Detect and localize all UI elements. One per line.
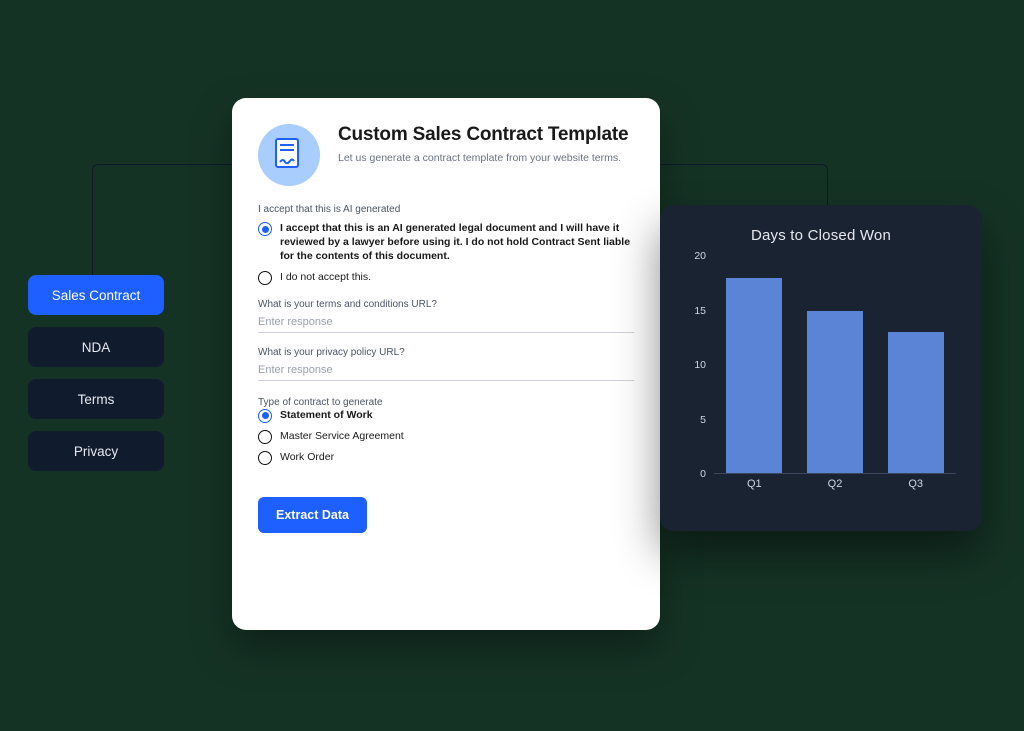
- sidebar-item-label: Terms: [78, 392, 115, 407]
- contract-type-option-3[interactable]: Work Order: [258, 450, 634, 465]
- x-tick: Q1: [714, 478, 795, 496]
- y-axis: 05101520: [680, 256, 710, 474]
- baseline: [714, 473, 956, 474]
- form-card: Custom Sales Contract Template Let us ge…: [232, 98, 660, 630]
- sidebar-item-privacy[interactable]: Privacy: [28, 431, 164, 471]
- contract-type-option-1[interactable]: Statement of Work: [258, 408, 634, 423]
- sidebar-item-terms[interactable]: Terms: [28, 379, 164, 419]
- sidebar-item-label: NDA: [82, 340, 111, 355]
- extract-data-button[interactable]: Extract Data: [258, 497, 367, 533]
- chart-title: Days to Closed Won: [680, 227, 962, 244]
- contract-type-option-2[interactable]: Master Service Agreement: [258, 429, 634, 444]
- button-label: Extract Data: [276, 508, 349, 522]
- radio-icon[interactable]: [258, 451, 272, 465]
- sidebar: Sales Contract NDA Terms Privacy: [28, 275, 164, 471]
- x-tick: Q2: [795, 478, 876, 496]
- x-axis-labels: Q1Q2Q3: [714, 478, 956, 496]
- privacy-url-input[interactable]: [258, 358, 634, 381]
- radio-label: Work Order: [280, 450, 334, 464]
- chart-card: Days to Closed Won 0 5 10 15 20 Q1Q2Q3: [660, 205, 982, 531]
- radio-icon[interactable]: [258, 409, 272, 423]
- sidebar-item-nda[interactable]: NDA: [28, 327, 164, 367]
- sidebar-item-label: Privacy: [74, 444, 118, 459]
- radio-icon[interactable]: [258, 271, 272, 285]
- page-subtitle: Let us generate a contract template from…: [338, 152, 628, 166]
- radio-label: Statement of Work: [280, 408, 373, 422]
- radio-label: I accept that this is an AI generated le…: [280, 221, 634, 264]
- contract-type-label: Type of contract to generate: [258, 397, 634, 408]
- chart-bar: [726, 278, 782, 474]
- terms-url-label: What is your terms and conditions URL?: [258, 299, 634, 310]
- radio-icon[interactable]: [258, 222, 272, 236]
- connector-left: [92, 164, 234, 280]
- y-tick: 0: [700, 468, 706, 480]
- chart-bar: [888, 332, 944, 474]
- x-tick: Q3: [875, 478, 956, 496]
- chart-area: 05101520 Q1Q2Q3: [680, 256, 962, 496]
- document-signature-icon: [258, 124, 320, 186]
- privacy-url-label: What is your privacy policy URL?: [258, 347, 634, 358]
- radio-icon[interactable]: [258, 430, 272, 444]
- sidebar-item-label: Sales Contract: [52, 288, 141, 303]
- y-tick: 20: [694, 250, 706, 262]
- accept-option-1[interactable]: I accept that this is an AI generated le…: [258, 221, 634, 264]
- terms-url-input[interactable]: [258, 310, 634, 333]
- chart-bar: [807, 311, 863, 475]
- radio-label: Master Service Agreement: [280, 429, 404, 443]
- plot-area: [714, 256, 956, 474]
- sidebar-item-sales-contract[interactable]: Sales Contract: [28, 275, 164, 315]
- y-tick: 5: [700, 414, 706, 426]
- y-tick: 10: [694, 359, 706, 371]
- page-title: Custom Sales Contract Template: [338, 124, 628, 146]
- accept-section-label: I accept that this is AI generated: [258, 204, 634, 215]
- radio-label: I do not accept this.: [280, 270, 371, 284]
- accept-option-2[interactable]: I do not accept this.: [258, 270, 634, 285]
- card-header: Custom Sales Contract Template Let us ge…: [258, 124, 634, 186]
- y-tick: 15: [694, 305, 706, 317]
